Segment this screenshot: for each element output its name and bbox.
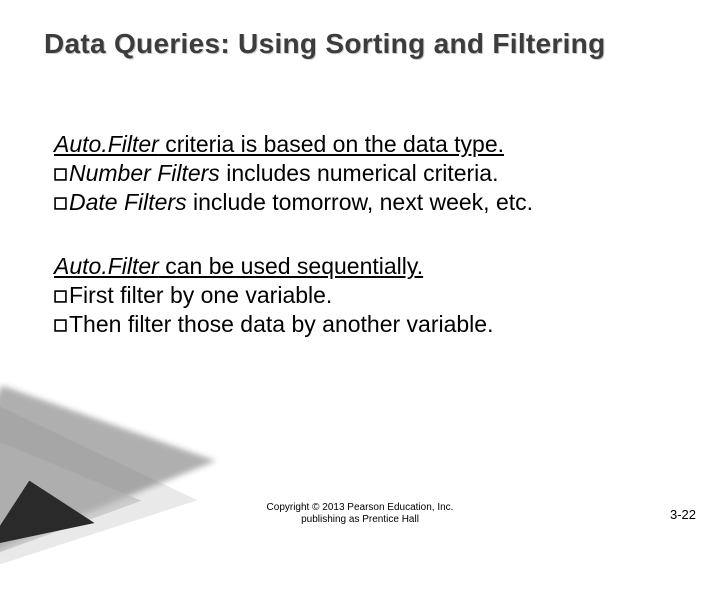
bullet-3-text: First filter by one variable.	[69, 282, 332, 308]
section-2-heading-rest: can be used sequentially.	[159, 253, 423, 279]
decorative-corner-icon	[0, 380, 200, 580]
bullet-4-text: Then filter those data by another variab…	[69, 311, 493, 337]
bullet-2-rest: include tomorrow, next week, etc.	[187, 189, 533, 215]
bullet-1-rest: includes numerical criteria.	[220, 160, 499, 186]
bullet-1: Number Filters includes numerical criter…	[54, 159, 533, 188]
section-2-heading: Auto.Filter can be used sequentially.	[54, 252, 533, 281]
section-2: Auto.Filter can be used sequentially. Fi…	[54, 252, 533, 338]
bullet-2: Date Filters include tomorrow, next week…	[54, 188, 533, 217]
square-bullet-icon	[54, 310, 67, 339]
bullet-4: Then filter those data by another variab…	[54, 310, 533, 339]
copyright-footer: Copyright © 2013 Pearson Education, Inc.…	[0, 502, 720, 526]
section-1-heading: Auto.Filter criteria is based on the dat…	[54, 130, 533, 159]
section-2-heading-italic: Auto.Filter	[54, 253, 159, 279]
copyright-line-1: Copyright © 2013 Pearson Education, Inc.	[0, 502, 720, 514]
section-1-heading-rest: criteria is based on the data type.	[159, 131, 504, 157]
slide-body: Auto.Filter criteria is based on the dat…	[54, 130, 533, 375]
section-1: Auto.Filter criteria is based on the dat…	[54, 130, 533, 216]
bullet-3: First filter by one variable.	[54, 281, 533, 310]
copyright-line-2: publishing as Prentice Hall	[0, 514, 720, 526]
square-bullet-icon	[54, 188, 67, 217]
slide-title: Data Queries: Using Sorting and Filterin…	[44, 28, 605, 60]
page-number: 3-22	[670, 507, 696, 522]
square-bullet-icon	[54, 281, 67, 310]
square-bullet-icon	[54, 159, 67, 188]
bullet-1-italic: Number Filters	[69, 160, 220, 186]
bullet-2-italic: Date Filters	[69, 189, 187, 215]
section-1-heading-italic: Auto.Filter	[54, 131, 159, 157]
